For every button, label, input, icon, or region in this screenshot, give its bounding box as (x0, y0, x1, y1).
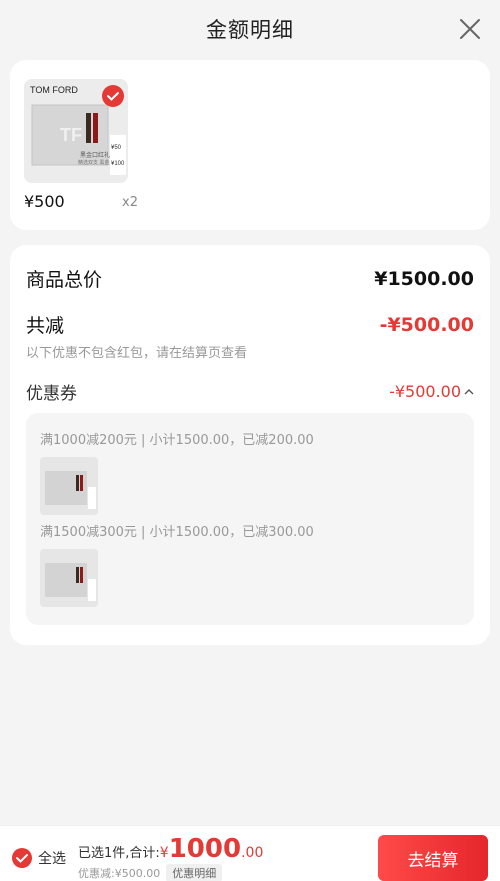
discount-text: 优惠减:¥500.00 (78, 867, 161, 880)
product-card: TOM FORD TF 黑金口红礼盒 精选双支 黑金之礼 ¥50 ¥100 ¥5… (10, 60, 490, 230)
discount-label: 共减 (26, 315, 65, 337)
modal-header: 金额明细 (0, 0, 500, 58)
discount-note: 以下优惠不包含红包，请在结算页查看 (26, 346, 248, 361)
currency-symbol: ¥ (159, 845, 169, 861)
coupon-label: 优惠券 (26, 384, 77, 404)
price-tag-1: ¥50 (111, 145, 122, 151)
discount-detail-button[interactable]: 优惠明细 (166, 864, 223, 881)
select-all-label: 全选 (38, 851, 66, 867)
page-title: 金额明细 (206, 18, 294, 42)
coupon-detail-box: 满1000减200元 | 小计1500.00，已减200.00 满1500减30… (26, 413, 474, 625)
coupon-desc-1: 满1000减200元 | 小计1500.00，已减200.00 (40, 433, 314, 448)
product-image[interactable]: TOM FORD TF 黑金口红礼盒 精选双支 黑金之礼 ¥50 ¥100 (24, 79, 128, 183)
close-icon[interactable] (458, 17, 482, 41)
discount-summary: 优惠减:¥500.00 优惠明细 (78, 864, 223, 881)
box-logo: TF (60, 125, 82, 145)
price-tag-2: ¥100 (111, 161, 125, 167)
summary-card: 商品总价 ¥1500.00 共减 -¥500.00 以下优惠不包含红包，请在结算… (10, 245, 490, 645)
product-quantity: x2 (122, 195, 138, 210)
total-summary: 已选1件,合计: ¥ 1000 .00 (78, 836, 263, 862)
coupon-value: -¥500.00 (389, 382, 461, 401)
coupon-value-wrap[interactable]: -¥500.00 (389, 382, 474, 401)
product-price: ¥500 (24, 192, 65, 211)
checkout-button[interactable]: 去结算 (378, 835, 488, 881)
discount-row: 共减 -¥500.00 (26, 311, 474, 338)
total-decimal: .00 (241, 845, 264, 861)
total-row: 商品总价 ¥1500.00 (26, 265, 474, 292)
coupon-row[interactable]: 优惠券 -¥500.00 (26, 379, 474, 404)
coupon-product-image-2 (40, 549, 98, 607)
discount-value: -¥500.00 (379, 313, 474, 336)
total-amount: 1000 (168, 834, 242, 864)
total-value: ¥1500.00 (374, 267, 474, 290)
selected-check-icon[interactable] (102, 85, 124, 107)
select-all-toggle[interactable]: 全选 (12, 848, 66, 868)
chevron-up-icon[interactable] (464, 388, 474, 396)
checkout-bar: 全选 已选1件,合计: ¥ 1000 .00 优惠减:¥500.00 优惠明细 … (0, 825, 500, 881)
coupon-desc-2: 满1500减300元 | 小计1500.00，已减300.00 (40, 525, 314, 540)
coupon-product-image-1 (40, 457, 98, 515)
total-label: 商品总价 (26, 269, 103, 291)
selected-count: 已选1件,合计: (78, 846, 160, 861)
product-brand: TOM FORD (30, 85, 78, 95)
check-icon[interactable] (12, 848, 32, 868)
